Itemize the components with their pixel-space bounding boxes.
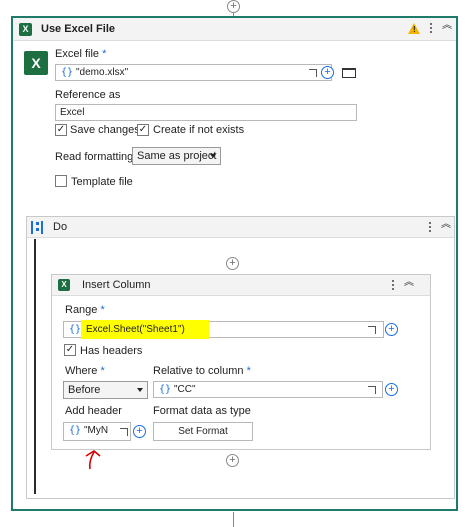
where-select[interactable]: Before — [63, 381, 148, 399]
dropdown-arrow-icon — [210, 154, 216, 158]
where-label: Where * — [65, 365, 105, 377]
insert-column-card: X Insert Column ︽ Range * {} Excel.Sheet… — [51, 274, 431, 450]
insert-column-title: Insert Column — [82, 279, 151, 291]
insert-column-collapse-icon[interactable]: ︽ — [404, 278, 414, 288]
do-title: Do — [53, 221, 68, 233]
expression-icon: {} — [61, 67, 74, 78]
insert-column-header[interactable]: X Insert Column ︽ — [52, 275, 430, 296]
relative-expression-icon: {} — [159, 384, 172, 395]
add-header-plus-button[interactable]: + — [133, 425, 146, 438]
template-file-checkbox[interactable] — [55, 175, 67, 187]
browse-folder-icon[interactable] — [342, 68, 356, 78]
relative-plus-button[interactable]: + — [385, 383, 398, 396]
add-header-expression-icon: {} — [69, 425, 82, 436]
sequence-icon — [31, 221, 43, 234]
where-dropdown-arrow-icon — [137, 388, 143, 392]
do-header[interactable]: Do ︽ — [27, 217, 454, 238]
add-header-input[interactable]: {} "MyN — [63, 422, 131, 441]
use-excel-file-title: Use Excel File — [41, 23, 115, 35]
do-more-options-icon[interactable] — [427, 221, 433, 235]
format-data-as-type-label: Format data as type — [153, 405, 251, 417]
use-excel-file-card: X Use Excel File ! ︽ X Excel file * {} "… — [11, 16, 458, 511]
add-file-plus-button[interactable]: + — [321, 66, 334, 79]
do-card: Do ︽ + X Insert Column ︽ Range * {} Exce… — [26, 216, 455, 499]
expand-editor-icon[interactable] — [309, 69, 317, 77]
add-activity-in-do-top-button[interactable]: + — [226, 257, 239, 270]
relative-to-column-input[interactable]: {} "CC" — [153, 381, 383, 398]
read-formatting-label: Read formatting — [55, 151, 134, 163]
excel-file-input[interactable]: {} "demo.xlsx" — [55, 64, 332, 81]
reference-as-input[interactable]: Excel — [55, 104, 357, 121]
create-if-not-exists-checkbox[interactable]: ✓ — [137, 124, 149, 136]
has-headers-label: Has headers — [80, 345, 143, 357]
save-changes-checkbox[interactable]: ✓ — [55, 124, 67, 136]
excel-small-icon: X — [19, 23, 32, 36]
relative-expand-icon[interactable] — [368, 386, 376, 394]
read-formatting-select[interactable]: Same as project — [132, 147, 221, 165]
insert-column-excel-icon: X — [58, 279, 70, 291]
excel-file-label: Excel file * — [55, 48, 107, 60]
range-input[interactable]: {} Excel.Sheet("Sheet1") — [63, 320, 384, 339]
create-if-not-exists-label: Create if not exists — [153, 124, 245, 136]
add-activity-in-do-bottom-button[interactable]: + — [226, 454, 239, 467]
add-header-expand-icon[interactable] — [120, 428, 128, 436]
range-expression-icon: {} — [69, 324, 82, 335]
annotation-arrow-icon — [85, 450, 101, 470]
range-plus-button[interactable]: + — [385, 323, 398, 336]
do-left-rail — [34, 239, 36, 494]
has-headers-checkbox[interactable]: ✓ — [64, 344, 76, 356]
more-options-icon[interactable] — [428, 22, 434, 36]
do-collapse-icon[interactable]: ︽ — [441, 220, 451, 230]
range-label: Range * — [65, 304, 105, 316]
add-activity-top-button[interactable]: + — [227, 0, 240, 13]
add-header-label: Add header — [65, 405, 122, 417]
use-excel-file-header[interactable]: X Use Excel File ! ︽ — [13, 18, 456, 41]
set-format-button[interactable]: Set Format — [153, 422, 253, 441]
bottom-connector — [233, 512, 234, 527]
reference-as-label: Reference as — [55, 89, 121, 101]
collapse-icon[interactable]: ︽ — [442, 21, 452, 31]
insert-column-more-options-icon[interactable] — [390, 279, 396, 293]
template-file-label: Template file — [71, 176, 133, 188]
warning-icon[interactable]: ! — [408, 23, 420, 34]
relative-to-column-label: Relative to column * — [153, 365, 251, 377]
save-changes-label: Save changes — [70, 124, 140, 136]
range-expand-icon[interactable] — [368, 326, 376, 334]
excel-file-large-icon: X — [24, 51, 48, 75]
